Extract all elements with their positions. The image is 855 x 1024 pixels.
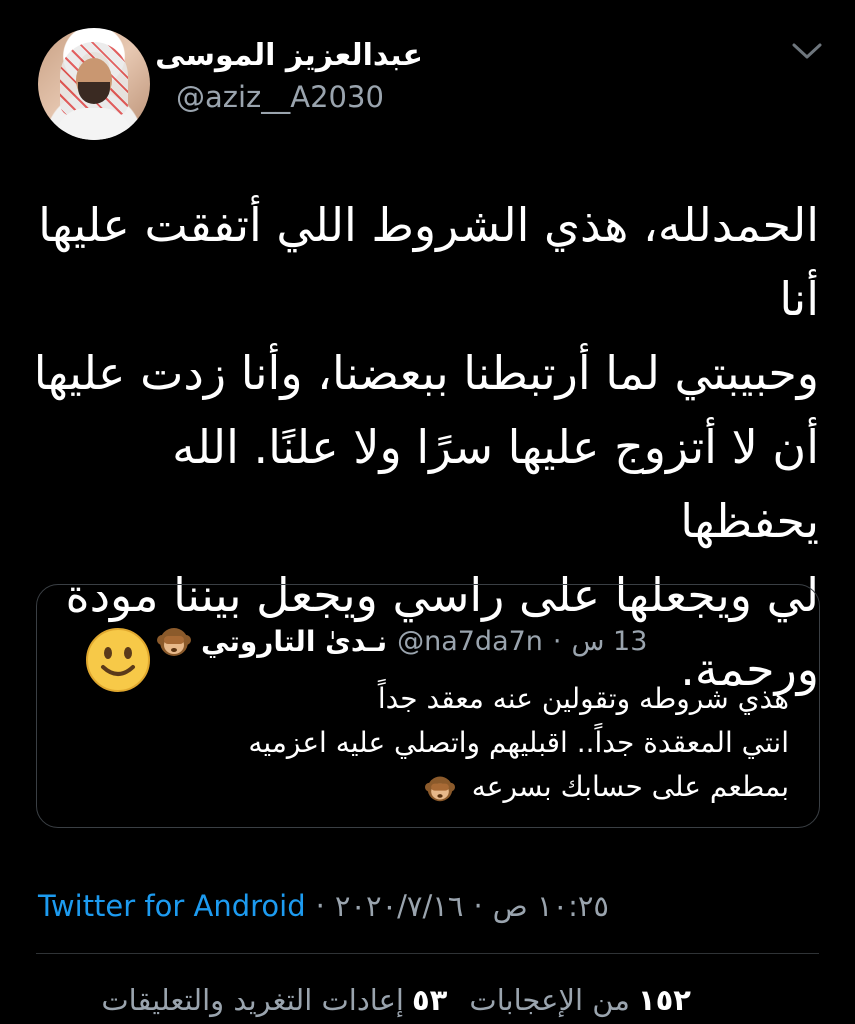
see-no-evil-monkey-icon — [157, 628, 191, 656]
retweets-count: ٥٣ — [411, 983, 448, 1017]
author-handle[interactable]: @aziz__A2030 — [176, 80, 384, 114]
tweet-meta: Twitter for Android · ٢٠٢٠/٧/١٦ · ١٠:٢٥ … — [38, 884, 609, 928]
quoted-author-name[interactable]: نـدىٰ التاروتي — [201, 625, 387, 658]
retweets-stat[interactable]: ٥٣إعادات التغريد والتعليقات — [101, 983, 447, 1017]
likes-label: من الإعجابات — [469, 983, 630, 1017]
tweet-date: ٢٠٢٠/٧/١٦ — [334, 889, 464, 923]
author-display-name[interactable]: عبدالعزيز الموسى — [155, 38, 423, 73]
quoted-tweet-card[interactable]: نـدىٰ التاروتي @na7da7n · 13 س هذي شروطه… — [36, 584, 820, 828]
user-avatar[interactable] — [38, 28, 150, 140]
tweet-line: وحبيبتي لما أرتبطنا ببعضنا، وأنا زدت علي… — [33, 346, 819, 400]
likes-stat[interactable]: ١٥٢من الإعجابات — [469, 983, 691, 1017]
likes-count: ١٥٢ — [637, 983, 691, 1017]
chevron-down-icon[interactable] — [790, 40, 824, 62]
tweet-time: ١٠:٢٥ ص — [492, 889, 610, 923]
quoted-tweet-line: انتي المعقدة جداً.. اقبليهم واتصلي عليه … — [248, 726, 789, 759]
quoted-tweet-header: نـدىٰ التاروتي @na7da7n · 13 س — [37, 613, 819, 692]
separator-dot: · — [552, 625, 562, 657]
see-no-evil-monkey-icon — [424, 776, 455, 802]
quoted-tweet-line-text: بمطعم على حسابك بسرعه — [471, 770, 789, 803]
retweets-label: إعادات التغريد والتعليقات — [101, 983, 404, 1017]
separator-dot: · — [315, 889, 325, 923]
tweet-line: أن لا أتزوج عليها سرًا ولا علنًا. الله ي… — [172, 420, 819, 548]
quoted-tweet-body: هذي شروطه وتقولين عنه معقد جداً انتي الم… — [69, 677, 789, 809]
tweet-line: الحمدلله، هذي الشروط اللي أتفقت عليها أن… — [38, 198, 819, 326]
tweet-header: عبدالعزيز الموسى @aziz__A2030 — [0, 28, 855, 140]
separator-dot: · — [473, 889, 483, 923]
quoted-tweet-line: هذي شروطه وتقولين عنه معقد جداً — [377, 682, 789, 715]
divider — [36, 953, 819, 954]
quoted-author-handle[interactable]: @na7da7n — [397, 626, 543, 657]
quoted-tweet-meta: نـدىٰ التاروتي @na7da7n · 13 س — [157, 619, 647, 663]
tweet-stats: ١٥٢من الإعجابات ٥٣إعادات التغريد والتعلي… — [101, 978, 691, 1022]
quoted-tweet-line: بمطعم على حسابك بسرعه — [69, 765, 789, 809]
quoted-tweet-time: 13 س — [571, 625, 648, 657]
tweet-detail-screen: عبدالعزيز الموسى @aziz__A2030 الحمدلله، … — [0, 0, 855, 1024]
tweet-source-link[interactable]: Twitter for Android — [38, 889, 306, 923]
